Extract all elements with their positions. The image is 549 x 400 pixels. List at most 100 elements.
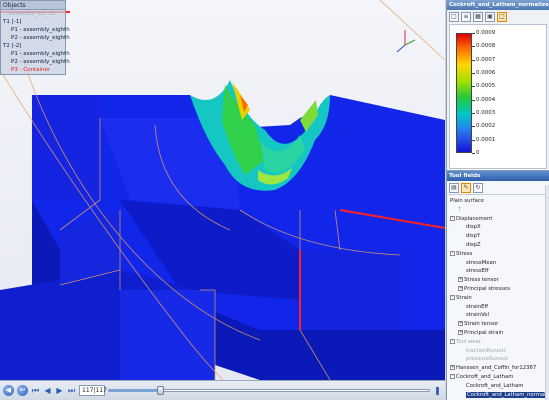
right-panel: Cockroft_and_Latham_normalized □ ≡ ▦ ▣ □…	[446, 0, 549, 400]
grid-icon[interactable]: ▦	[473, 12, 483, 22]
tree-item[interactable]: - Strain	[447, 294, 549, 303]
tree-item[interactable]: - Tool wear	[447, 338, 549, 347]
tree-item[interactable]: +Principal stresses	[447, 285, 549, 294]
object-item[interactable]: P2 - assembly_eighth	[1, 58, 70, 66]
object-item[interactable]: T1 [-1]	[1, 18, 65, 26]
pause-icon[interactable]: ❚	[433, 385, 442, 396]
tick-label: 0.0007	[476, 56, 496, 63]
tick-label: 0.0005	[476, 83, 496, 90]
expand-icon[interactable]: +	[458, 329, 463, 335]
tick-label: 0.0004	[476, 96, 496, 103]
tree-item-label: Strain tensor	[464, 321, 499, 328]
tree-item[interactable]: strainEff	[447, 303, 549, 312]
tree-item-label: Stress	[456, 250, 473, 257]
tool-fields-panel: Tool fields ▤ ✎ ↻ Plain surface T - Displac…	[447, 170, 549, 400]
expand-icon[interactable]: +	[458, 285, 463, 291]
tree-item-selected[interactable]: Cockroft_and_Latham_normalized	[447, 391, 549, 400]
layers-icon[interactable]: ▤	[449, 183, 459, 193]
back-icon[interactable]: ↩	[17, 385, 28, 396]
tree-item-label: dispY	[466, 233, 481, 240]
tick-label: 0.0002	[476, 123, 496, 130]
skip-end-icon[interactable]: ⏭	[67, 385, 76, 396]
color-scale-bar	[456, 33, 472, 153]
skip-start-icon[interactable]: ⏮	[31, 385, 40, 396]
object-item[interactable]: P1 - assembly_eighth	[1, 50, 70, 58]
tree-item[interactable]: dispY	[447, 232, 549, 241]
frame-icon[interactable]: □	[497, 12, 507, 22]
tree-item[interactable]: stressMean	[447, 259, 549, 268]
expand-icon[interactable]: +	[450, 365, 455, 371]
tick-label: 0.0008	[476, 43, 496, 50]
objects-panel: Objects ...assembly_full_3d T1 [-1] P1 - a…	[0, 0, 70, 75]
tree-item[interactable]: Plain surface	[447, 197, 549, 206]
frame-counter-input[interactable]: 117|117	[79, 385, 107, 396]
object-item[interactable]: P3 - Container	[1, 66, 65, 74]
tick-mark	[472, 33, 475, 34]
tree-item[interactable]: dispX	[447, 223, 549, 232]
tree-item-label: stressMean	[466, 259, 497, 266]
tree-item[interactable]: +Strain tensor	[447, 320, 549, 329]
tree-item[interactable]: Cockroft_and_Latham	[447, 382, 549, 391]
collapse-icon[interactable]: -	[450, 294, 455, 300]
tree-item[interactable]: - Displacement	[447, 215, 549, 224]
tick-label: 0	[476, 150, 480, 156]
edit-icon[interactable]: ✎	[461, 183, 471, 193]
collapse-icon[interactable]: -	[450, 338, 455, 344]
tree-item-label: Cockroft_and_Latham_normalized	[466, 391, 549, 398]
expand-icon[interactable]: +	[458, 277, 463, 283]
tree-item-label: dispZ	[466, 241, 481, 248]
object-item[interactable]: ...assembly_full_3d	[1, 10, 65, 18]
expand-icon[interactable]: +	[458, 321, 463, 327]
tree-item-label: Plain surface	[450, 198, 485, 204]
rewind-icon[interactable]: ◀	[3, 385, 14, 396]
tree-item[interactable]: - Stress	[447, 250, 549, 259]
tick-mark	[472, 139, 475, 141]
tree-item-label: dispX	[466, 224, 481, 231]
tree-item[interactable]: +Stress tensor	[447, 276, 549, 285]
tree-item[interactable]: dispZ	[447, 241, 549, 250]
step-forward-icon[interactable]: ▶	[55, 385, 64, 396]
tick-mark	[472, 73, 475, 74]
tree-item-label: tractionRunout	[466, 347, 506, 354]
tree-item-label: Principal stresses	[464, 285, 510, 292]
tree-item[interactable]: strainVol	[447, 311, 549, 320]
tick-label: 0.0001	[476, 136, 496, 143]
refresh-icon[interactable]: ↻	[473, 183, 483, 193]
objects-header: Objects	[1, 1, 65, 10]
view-icon[interactable]: □	[449, 12, 459, 22]
slider-handle[interactable]	[156, 386, 164, 395]
tree-item-label: Displacement	[456, 215, 493, 222]
tree-item[interactable]: tractionRunout	[447, 347, 549, 356]
tree-item[interactable]: T	[447, 206, 549, 215]
collapse-icon[interactable]: -	[450, 250, 455, 256]
tree-item[interactable]: stressEff	[447, 267, 549, 276]
field-tree: Plain surface T - Displacement dispX dispY dis…	[447, 195, 549, 399]
object-item[interactable]: T2 [-2]	[1, 42, 65, 50]
tree-item[interactable]: pressureRunout	[447, 355, 549, 364]
tree-item-label: Cockroft_and_Latham	[466, 382, 524, 389]
tick-mark	[472, 59, 475, 61]
timeline-slider[interactable]	[108, 385, 430, 396]
step-back-icon[interactable]: ◀	[43, 385, 52, 396]
expand-icon[interactable]: ▣	[485, 12, 495, 22]
tick-mark	[472, 46, 475, 48]
tree-item[interactable]: +Hanssen_and_Coffin_for12367	[447, 364, 549, 373]
3d-viewport[interactable]: Objects ...assembly_full_3d T1 [-1] P1 - a…	[0, 0, 445, 380]
tree-item-label: strainEff	[466, 303, 489, 310]
tick-label: 0.0006	[476, 70, 496, 76]
tick-mark	[472, 99, 475, 101]
tree-item-label: T	[458, 206, 462, 213]
tree-item[interactable]: - Cockroft_and_Latham	[447, 373, 549, 382]
tree-item-label: pressureRunout	[466, 356, 508, 363]
collapse-icon[interactable]: -	[450, 373, 455, 379]
tree-scrollbar[interactable]	[545, 185, 549, 400]
tree-item[interactable]: +Principal strain	[447, 329, 549, 338]
tree-item-label: Cockroft_and_Latham	[456, 373, 514, 380]
colormap-legend: 0.0009 0.0008 0.0007 0.0006 0.0005 0.0004 0.00…	[449, 24, 547, 169]
slider-fill	[108, 389, 160, 392]
collapse-icon[interactable]: -	[450, 215, 455, 221]
tree-item-label: Tool wear	[456, 338, 481, 345]
object-item[interactable]: P1 - assembly_eighth	[1, 26, 70, 34]
object-item[interactable]: P2 - assembly_eighth	[1, 34, 70, 42]
list-icon[interactable]: ≡	[461, 12, 471, 22]
